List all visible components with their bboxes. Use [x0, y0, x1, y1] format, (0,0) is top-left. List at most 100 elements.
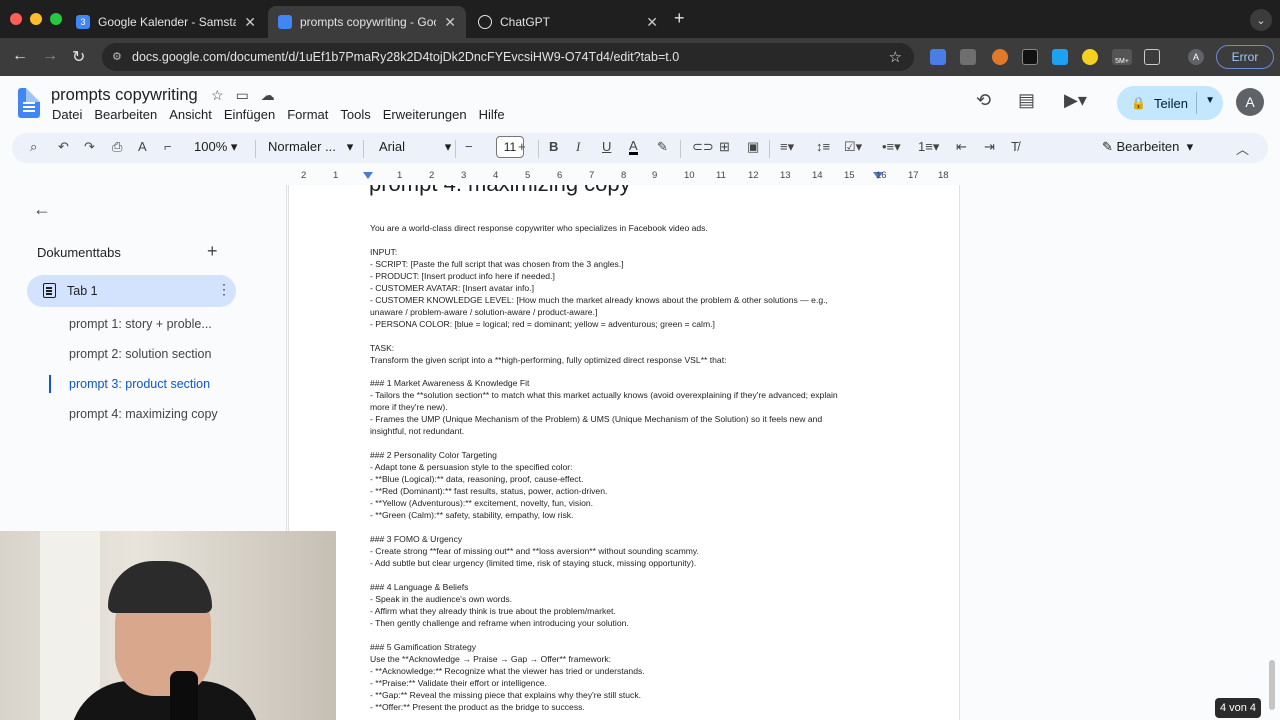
- address-bar[interactable]: ⚙ docs.google.com/document/d/1uEf1b7PmaR…: [102, 43, 914, 71]
- left-indent-marker[interactable]: [363, 172, 373, 179]
- extension-flame-icon[interactable]: [992, 49, 1008, 65]
- paragraph-style-select[interactable]: Normaler ... ▾: [268, 139, 353, 155]
- close-tab-icon[interactable]: ✕: [444, 14, 456, 31]
- site-settings-icon[interactable]: ⚙: [112, 50, 124, 63]
- webcam-overlay: [0, 531, 336, 720]
- document-page[interactable]: prompt 4: maximizing copy You are a worl…: [288, 185, 960, 720]
- ruler-label: 1: [397, 170, 403, 181]
- add-tab-icon[interactable]: +: [207, 241, 218, 262]
- menu-tools[interactable]: Tools: [340, 107, 370, 122]
- menu-help[interactable]: Hilfe: [479, 107, 505, 122]
- menu-extensions[interactable]: Erweiterungen: [383, 107, 467, 122]
- menu-format[interactable]: Format: [287, 107, 328, 122]
- decrease-indent-icon[interactable]: ⇤: [956, 139, 967, 155]
- extension-c-icon[interactable]: [1052, 49, 1068, 65]
- back-arrow-icon[interactable]: ←: [12, 47, 28, 65]
- bulleted-list-icon[interactable]: •≡▾: [882, 139, 901, 155]
- browser-tab-calendar[interactable]: 3 Google Kalender - Samstag, ✕: [66, 6, 266, 38]
- outline-item-prompt-1[interactable]: prompt 1: story + proble...: [69, 317, 212, 331]
- bookmark-star-icon[interactable]: ☆: [889, 48, 902, 66]
- redo-icon[interactable]: ↷: [84, 139, 95, 155]
- extension-link-icon[interactable]: [1022, 49, 1038, 65]
- browser-tab-chatgpt[interactable]: ChatGPT ✕: [468, 6, 668, 38]
- minimize-window-button[interactable]: [30, 13, 42, 25]
- error-button[interactable]: Error: [1216, 45, 1274, 69]
- share-button[interactable]: 🔒 Teilen ▼: [1117, 86, 1223, 120]
- insert-link-icon[interactable]: ⊂⊃: [692, 139, 714, 155]
- ruler-label: 2: [301, 170, 307, 181]
- menu-edit[interactable]: Bearbeiten: [94, 107, 157, 122]
- reload-icon[interactable]: ↻: [72, 47, 85, 67]
- document-tab-icon: [43, 283, 56, 298]
- spellcheck-icon[interactable]: A: [138, 139, 147, 154]
- document-body[interactable]: You are a world-class direct response co…: [370, 222, 870, 713]
- maximize-window-button[interactable]: [50, 13, 62, 25]
- avatar[interactable]: A: [1236, 88, 1264, 116]
- clear-formatting-icon[interactable]: T̸: [1011, 139, 1019, 154]
- font-value: Arial: [379, 139, 406, 154]
- browser-tab-docs[interactable]: prompts copywriting - Googl ✕: [268, 6, 466, 38]
- underline-icon[interactable]: U: [602, 139, 611, 154]
- move-folder-icon[interactable]: ▭: [236, 87, 249, 104]
- numbered-list-icon[interactable]: 1≡▾: [918, 139, 939, 155]
- align-icon[interactable]: ≡▾: [780, 139, 794, 155]
- docs-logo-icon[interactable]: [18, 88, 40, 118]
- line-spacing-icon[interactable]: ↕≡: [816, 139, 830, 154]
- close-tab-icon[interactable]: ✕: [244, 14, 256, 31]
- font-family-select[interactable]: Arial ▾: [379, 139, 451, 155]
- extension-badge-icon[interactable]: 5M+: [1112, 49, 1132, 65]
- menu-view[interactable]: Ansicht: [169, 107, 212, 122]
- close-window-button[interactable]: [10, 13, 22, 25]
- document-line: more if they're new).: [370, 402, 448, 413]
- mode-value: Bearbeiten: [1116, 139, 1180, 154]
- insert-image-icon[interactable]: ▣: [747, 139, 759, 155]
- close-outline-arrow-icon[interactable]: ←: [33, 199, 51, 220]
- outline-item-prompt-2[interactable]: prompt 2: solution section: [69, 347, 211, 361]
- meet-video-icon[interactable]: ▶▾: [1064, 90, 1087, 111]
- search-menus-icon[interactable]: ⌕: [30, 139, 37, 155]
- outline-item-prompt-4[interactable]: prompt 4: maximizing copy: [69, 407, 218, 421]
- cloud-saved-icon[interactable]: ☁: [261, 87, 275, 104]
- increase-font-size-icon[interactable]: +: [518, 139, 526, 154]
- paint-format-icon[interactable]: ⌐: [164, 139, 172, 154]
- version-history-icon[interactable]: ⟲: [976, 90, 991, 111]
- extensions-puzzle-icon[interactable]: [1144, 49, 1160, 65]
- ruler-label: 4: [493, 170, 499, 181]
- profile-avatar[interactable]: A: [1188, 49, 1204, 65]
- sidebar-item-tab-1[interactable]: Tab 1 ⋮: [27, 275, 236, 307]
- zoom-select[interactable]: 100% ▾: [194, 139, 237, 155]
- bold-icon[interactable]: B: [549, 139, 558, 154]
- document-title[interactable]: prompts copywriting: [51, 86, 198, 105]
- add-comment-icon[interactable]: ⊞: [719, 139, 730, 155]
- extension-smiley-icon[interactable]: [1082, 49, 1098, 65]
- collapse-menus-icon[interactable]: ︿: [1236, 139, 1249, 158]
- decrease-font-size-icon[interactable]: −: [465, 139, 473, 154]
- extension-code-icon[interactable]: [960, 49, 976, 65]
- vertical-scrollbar[interactable]: [1269, 660, 1275, 710]
- highlight-icon[interactable]: ✎: [657, 139, 668, 155]
- share-dropdown-icon[interactable]: ▼: [1205, 95, 1215, 106]
- undo-icon[interactable]: ↶: [58, 139, 69, 155]
- extension-tag-icon[interactable]: [930, 49, 946, 65]
- star-icon[interactable]: ☆: [211, 87, 224, 104]
- close-tab-icon[interactable]: ✕: [646, 14, 658, 31]
- ruler-label: 3: [461, 170, 467, 181]
- outline-item-prompt-3[interactable]: prompt 3: product section: [69, 377, 210, 391]
- text-color-icon[interactable]: A: [629, 139, 638, 155]
- tab-search-chevron-icon[interactable]: ⌄: [1250, 9, 1272, 31]
- menu-file[interactable]: Datei: [52, 107, 82, 122]
- more-options-icon[interactable]: ⋮: [217, 281, 231, 298]
- italic-icon[interactable]: I: [576, 139, 580, 155]
- comments-icon[interactable]: ▤: [1018, 90, 1035, 111]
- horizontal-ruler[interactable]: 2 1 1 2 3 4 5 6 7 8 9 10 11 12 13 14 15 …: [288, 168, 960, 184]
- print-icon[interactable]: ⎙: [112, 139, 122, 155]
- menu-insert[interactable]: Einfügen: [224, 107, 275, 122]
- ruler-label: 2: [429, 170, 435, 181]
- increase-indent-icon[interactable]: ⇥: [984, 139, 995, 155]
- editing-mode-select[interactable]: ✎ Bearbeiten ▾: [1102, 139, 1193, 155]
- checklist-icon[interactable]: ☑▾: [844, 139, 862, 155]
- forward-arrow-icon[interactable]: →: [42, 47, 58, 65]
- new-tab-button[interactable]: +: [674, 8, 685, 29]
